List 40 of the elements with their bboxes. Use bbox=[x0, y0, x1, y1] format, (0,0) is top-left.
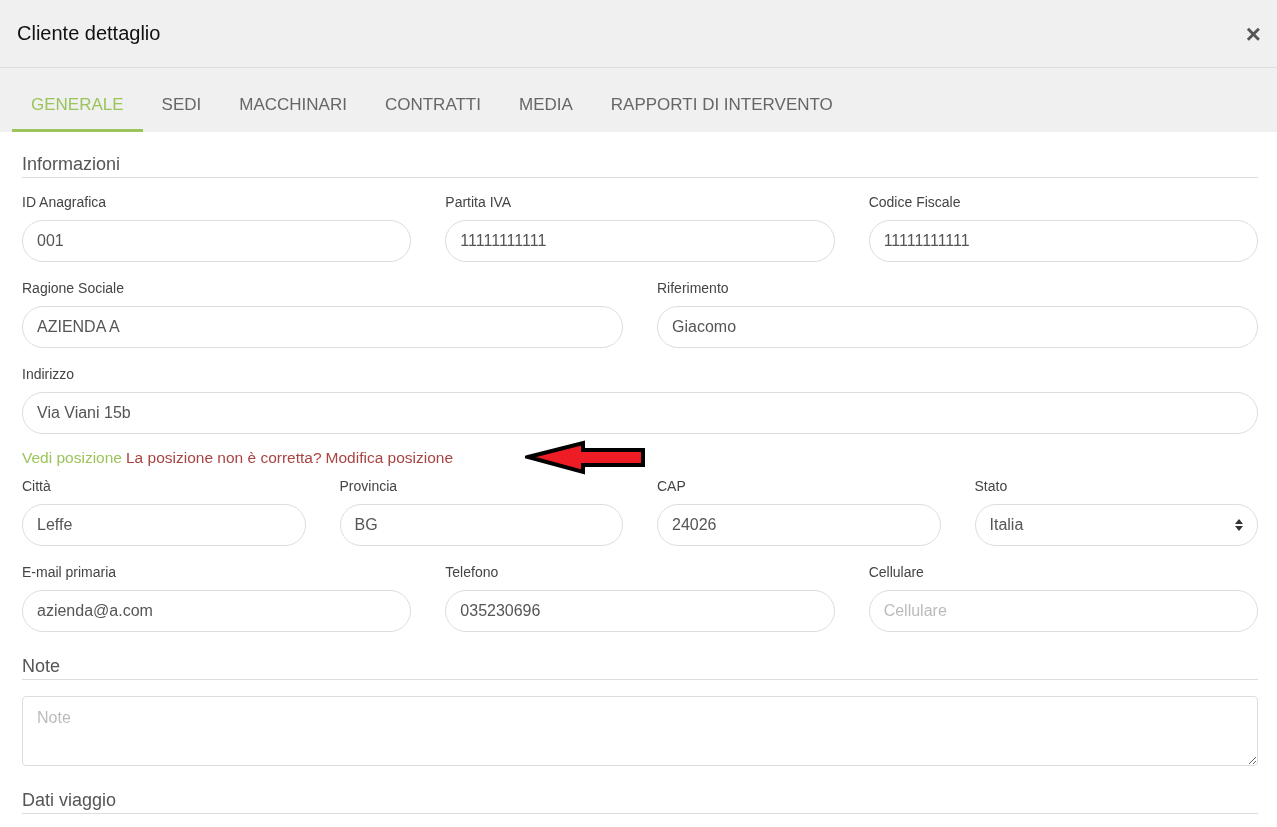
select-value: Italia bbox=[989, 516, 1024, 534]
section-heading: Note bbox=[22, 656, 1258, 680]
field-label: Riferimento bbox=[657, 280, 730, 296]
field-label: ID Anagrafica bbox=[22, 194, 108, 210]
section-heading: Informazioni bbox=[22, 154, 1258, 178]
position-question: La posizione non è corretta? bbox=[125, 449, 322, 467]
input-field[interactable]: 24026 bbox=[657, 504, 941, 546]
close-button[interactable]: × bbox=[1241, 20, 1265, 47]
input-field[interactable]: Via Viani 15b bbox=[22, 392, 1258, 434]
input-field[interactable]: AZIENDA A bbox=[22, 306, 623, 348]
input-field[interactable]: 001 bbox=[22, 220, 412, 262]
sort-arrows-icon bbox=[1235, 519, 1243, 531]
tab[interactable]: CONTRATTI bbox=[365, 68, 500, 132]
input-field[interactable]: Leffe bbox=[22, 504, 306, 546]
input-field[interactable]: 11111111111 bbox=[445, 220, 835, 262]
field-label: Partita IVA bbox=[445, 194, 513, 210]
input-field[interactable]: Cellulare bbox=[868, 590, 1258, 632]
input-field[interactable]: 035230696 bbox=[445, 590, 835, 632]
notes-textarea[interactable]: Note bbox=[22, 696, 1258, 766]
field-label: Stato bbox=[974, 478, 1009, 494]
field-label: Città bbox=[22, 478, 52, 494]
tab[interactable]: SEDI bbox=[142, 68, 221, 132]
input-field[interactable]: azienda@a.com bbox=[22, 590, 412, 632]
field-label: Cellulare bbox=[868, 564, 925, 580]
section-heading: Dati viaggio bbox=[22, 790, 1258, 814]
field-label: Ragione Sociale bbox=[22, 280, 125, 296]
field-label: Telefono bbox=[445, 564, 500, 580]
tab[interactable]: RAPPORTI DI INTERVENTO bbox=[591, 68, 852, 132]
edit-position-link[interactable]: Modifica posizione bbox=[325, 449, 454, 467]
field-label: CAP bbox=[657, 478, 687, 494]
tab[interactable]: MEDIA bbox=[499, 68, 592, 132]
dialog-title: Cliente dettaglio bbox=[17, 22, 161, 45]
input-field[interactable]: Giacomo bbox=[657, 306, 1258, 348]
tab[interactable]: MACCHINARI bbox=[220, 68, 366, 132]
input-field[interactable]: BG bbox=[339, 504, 623, 546]
field-label: Provincia bbox=[339, 478, 399, 494]
field-label: E-mail primaria bbox=[22, 564, 118, 580]
input-field[interactable]: 11111111111 bbox=[868, 220, 1258, 262]
field-label: Indirizzo bbox=[22, 366, 76, 382]
field-label: Codice Fiscale bbox=[868, 194, 962, 210]
